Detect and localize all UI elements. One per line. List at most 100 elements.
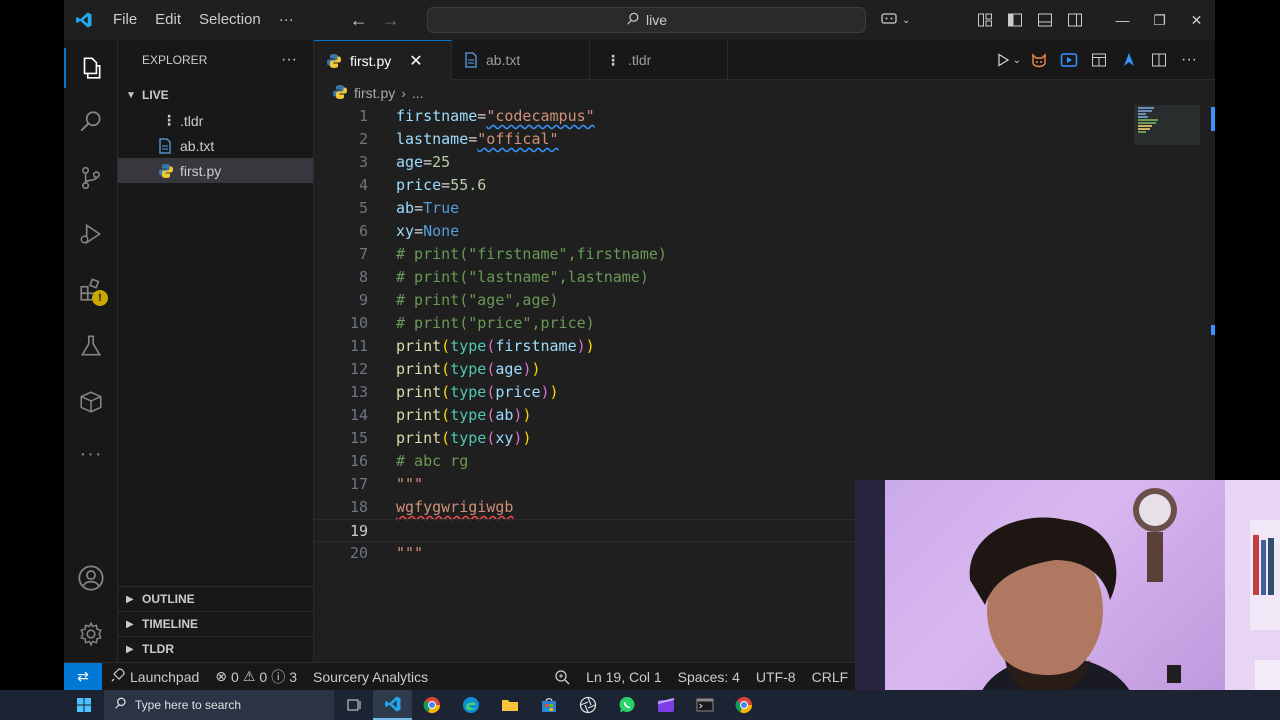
- line-number: 6: [358, 222, 368, 240]
- code-line: 12 print(type(age)): [314, 358, 1134, 381]
- edge-icon[interactable]: [451, 690, 490, 720]
- taskbar-search-box[interactable]: Type here to search: [104, 690, 334, 720]
- section-timeline[interactable]: ▶ TIMELINE: [118, 611, 314, 636]
- code-line: 1 firstname="codecampus": [314, 105, 1134, 128]
- clipchamp-icon[interactable]: [646, 690, 685, 720]
- line-number: 1: [358, 107, 368, 125]
- line-number: 7: [358, 245, 368, 263]
- remote-indicator-icon[interactable]: ⇄: [64, 662, 102, 690]
- folder-live[interactable]: ▼ LIVE: [118, 82, 313, 108]
- chevron-right-icon: ▶: [126, 618, 134, 630]
- indentation[interactable]: Spaces: 4: [670, 663, 748, 691]
- encoding[interactable]: UTF-8: [748, 663, 804, 691]
- customize-layout-icon[interactable]: [970, 0, 1000, 40]
- rocket-icon: [110, 667, 126, 686]
- chrome-profile-icon[interactable]: [724, 690, 763, 720]
- more-views-icon[interactable]: ···: [64, 430, 118, 478]
- close-window-icon[interactable]: ✕: [1178, 0, 1215, 40]
- toggle-primary-sidebar-icon[interactable]: [1000, 0, 1030, 40]
- whatsapp-icon[interactable]: [607, 690, 646, 720]
- warning-icon: ⚠: [242, 668, 256, 684]
- code-line: 8 # print("lastname",lastname): [314, 266, 1134, 289]
- chrome-icon[interactable]: [412, 690, 451, 720]
- menu-selection[interactable]: Selection: [190, 0, 270, 40]
- testing-flask-icon[interactable]: [64, 322, 118, 370]
- settings-gear-icon[interactable]: [64, 610, 118, 658]
- close-icon[interactable]: ✕: [409, 51, 422, 71]
- sourcery-icon[interactable]: [1117, 48, 1141, 72]
- code-line: 10 # print("price",price): [314, 312, 1134, 335]
- more-actions-icon[interactable]: ···: [1177, 48, 1201, 72]
- explorer-sidebar: EXPLORER ··· ▼ LIVE ⋮ .tldr ab.txt first…: [118, 40, 314, 662]
- sourcery-analytics-item[interactable]: Sourcery Analytics: [305, 663, 436, 691]
- cursor-position[interactable]: Ln 19, Col 1: [578, 663, 670, 691]
- remote-explorer-icon[interactable]: [64, 378, 118, 426]
- command-center-search[interactable]: live: [427, 7, 866, 33]
- line-number: 2: [358, 130, 368, 148]
- explorer-title: EXPLORER: [142, 53, 208, 67]
- code-line: 4 price=55.6: [314, 174, 1134, 197]
- menu-more[interactable]: ···: [270, 0, 303, 40]
- source-control-icon[interactable]: [64, 154, 118, 202]
- vscode-logo-icon: [64, 0, 104, 40]
- end-of-line[interactable]: CRLF: [804, 663, 857, 691]
- chevron-down-icon[interactable]: ⌄: [902, 15, 910, 26]
- minimize-icon[interactable]: —: [1104, 0, 1141, 40]
- tab-tldr[interactable]: ⋮ .tldr: [590, 40, 728, 80]
- search-icon[interactable]: [64, 98, 118, 146]
- toggle-panel-icon[interactable]: [1030, 0, 1060, 40]
- extensions-icon[interactable]: !: [64, 266, 118, 314]
- code-line: 16 # abc rg: [314, 450, 1134, 473]
- breadcrumb: first.py › ...: [314, 82, 424, 104]
- menu-edit[interactable]: Edit: [146, 0, 190, 40]
- open-preview-icon[interactable]: [1087, 48, 1111, 72]
- terminal-icon[interactable]: [685, 690, 724, 720]
- live-preview-icon[interactable]: [1057, 48, 1081, 72]
- minimap[interactable]: [1134, 105, 1200, 145]
- launchpad-item[interactable]: Launchpad: [102, 663, 207, 691]
- section-tldr[interactable]: ▶ TLDR: [118, 636, 314, 661]
- section-label: OUTLINE: [142, 592, 195, 606]
- explorer-more-icon[interactable]: ···: [281, 51, 297, 69]
- command-center-label: live: [645, 12, 667, 28]
- file-ab-txt[interactable]: ab.txt: [118, 133, 313, 158]
- tab-ab-txt[interactable]: ab.txt: [452, 40, 590, 80]
- explorer-icon[interactable]: [64, 44, 118, 92]
- file-explorer-icon[interactable]: [490, 690, 529, 720]
- chevron-right-icon: ›: [401, 85, 406, 101]
- restore-icon[interactable]: ❐: [1141, 0, 1178, 40]
- split-editor-icon[interactable]: [1147, 48, 1171, 72]
- problems-item[interactable]: ⊗ 0 ⚠ 0 ⓘ 3: [207, 663, 305, 691]
- aperture-app-icon[interactable]: [568, 690, 607, 720]
- windows-start-icon[interactable]: [64, 690, 104, 720]
- zoom-icon[interactable]: [546, 663, 578, 691]
- tab-first-py[interactable]: first.py ✕: [314, 40, 452, 80]
- python-icon: [326, 53, 342, 69]
- task-view-icon[interactable]: [334, 690, 373, 720]
- breadcrumb-rest[interactable]: ...: [412, 85, 424, 101]
- accounts-icon[interactable]: [64, 554, 118, 602]
- copilot-icon[interactable]: [880, 10, 898, 30]
- cat-extension-icon[interactable]: [1027, 48, 1051, 72]
- menu-file[interactable]: File: [104, 0, 146, 40]
- line-number: 17: [349, 475, 368, 493]
- file-tldr[interactable]: ⋮ .tldr: [118, 108, 313, 133]
- breadcrumb-file[interactable]: first.py: [354, 85, 395, 101]
- line-number: 11: [349, 337, 368, 355]
- line-number: 13: [349, 383, 368, 401]
- line-number: 14: [349, 406, 368, 424]
- section-outline[interactable]: ▶ OUTLINE: [118, 586, 314, 611]
- run-python-icon[interactable]: [991, 48, 1015, 72]
- vscode-taskbar-icon[interactable]: [373, 690, 412, 720]
- python-icon: [332, 84, 348, 103]
- file-label: .tldr: [180, 112, 204, 129]
- run-debug-icon[interactable]: [64, 210, 118, 258]
- toggle-secondary-sidebar-icon[interactable]: [1060, 0, 1090, 40]
- store-icon[interactable]: [529, 690, 568, 720]
- code-line: 13 print(type(price)): [314, 381, 1134, 404]
- chevron-down-icon[interactable]: ⌄: [1013, 55, 1021, 66]
- back-arrow-icon[interactable]: ←: [343, 10, 375, 31]
- file-first-py[interactable]: first.py: [118, 158, 313, 183]
- line-number: 18: [349, 498, 368, 516]
- forward-arrow-icon[interactable]: →: [375, 10, 407, 31]
